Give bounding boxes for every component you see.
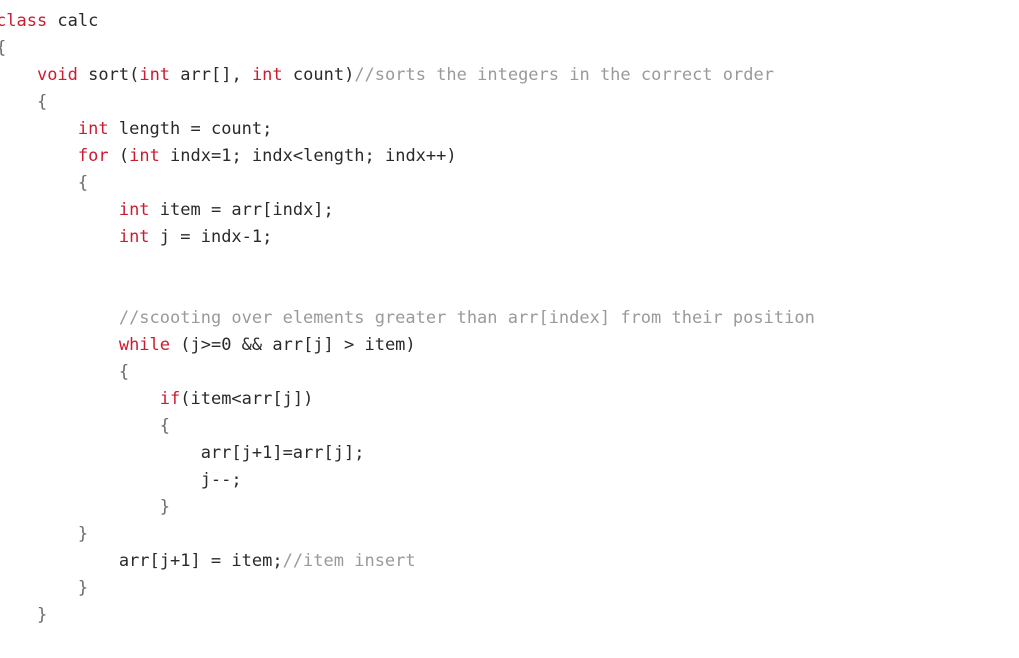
code-keyword: int — [118, 200, 150, 220]
code-keyword: int — [77, 119, 109, 139]
code-brace: { — [36, 92, 48, 112]
code-text: arr[j+1] = item; — [0, 551, 283, 571]
code-keyword: int — [251, 65, 283, 85]
code-text: indx=1; indx<length; indx++) — [159, 146, 457, 166]
code-text: arr[], — [170, 65, 252, 85]
code-brace: } — [77, 524, 89, 544]
code-text: length = count; — [108, 119, 273, 139]
code-line: int j = indx-1; — [0, 224, 815, 251]
code-keyword: int — [118, 227, 150, 247]
code-comment: //item insert — [282, 551, 416, 571]
code-line: } — [0, 521, 815, 548]
code-line: j--; — [0, 467, 815, 494]
code-text: (item<arr[j]) — [180, 389, 314, 409]
code-line: } — [0, 575, 815, 602]
code-line: } — [0, 602, 815, 629]
code-keyword: int — [139, 65, 171, 85]
code-brace: { — [118, 362, 130, 382]
code-comment: //sorts the integers in the correct orde… — [354, 65, 774, 85]
code-keyword: for — [77, 146, 109, 166]
code-brace: } — [77, 578, 89, 598]
code-keyword: void — [36, 65, 78, 85]
code-line: { — [0, 359, 815, 386]
code-line: arr[j+1] = item;//item insert — [0, 548, 815, 575]
code-text: item = arr[indx]; — [149, 200, 334, 220]
code-line: if(item<arr[j]) — [0, 386, 815, 413]
code-keyword: class — [0, 11, 48, 31]
code-line: int item = arr[indx]; — [0, 197, 815, 224]
code-brace: } — [36, 605, 48, 625]
code-line: int length = count; — [0, 116, 815, 143]
code-brace: { — [159, 416, 171, 436]
code-text: ( — [108, 146, 130, 166]
code-lines: class calc{ void sort(int arr[], int cou… — [0, 8, 815, 629]
code-line: //scooting over elements greater than ar… — [0, 305, 815, 332]
code-line: { — [0, 170, 815, 197]
code-line: { — [0, 35, 815, 62]
code-line: while (j>=0 && arr[j] > item) — [0, 332, 815, 359]
code-line: arr[j+1]=arr[j]; — [0, 440, 815, 467]
code-line: } — [0, 494, 815, 521]
code-text: j = indx-1; — [149, 227, 273, 247]
code-line: { — [0, 89, 815, 116]
code-line: void sort(int arr[], int count)//sorts t… — [0, 62, 815, 89]
code-comment: //scooting over elements greater than ar… — [118, 308, 815, 328]
code-keyword: int — [129, 146, 160, 166]
code-brace: } — [159, 497, 171, 517]
code-brace: { — [77, 173, 89, 193]
code-text: (j>=0 && arr[j] > item) — [170, 335, 416, 355]
code-text: arr[j+1]=arr[j]; — [0, 443, 365, 463]
code-text: count) — [282, 65, 355, 85]
code-text: sort( — [77, 65, 140, 85]
code-line: class calc — [0, 8, 815, 35]
code-editor[interactable]: class calc{ void sort(int arr[], int cou… — [0, 0, 1019, 658]
code-keyword: while — [118, 335, 171, 355]
code-keyword: if — [159, 389, 181, 409]
code-text: calc — [47, 11, 99, 31]
code-brace: { — [0, 38, 6, 58]
code-text: j--; — [0, 470, 242, 490]
code-line: { — [0, 413, 815, 440]
code-line: for (int indx=1; indx<length; indx++) — [0, 143, 815, 170]
